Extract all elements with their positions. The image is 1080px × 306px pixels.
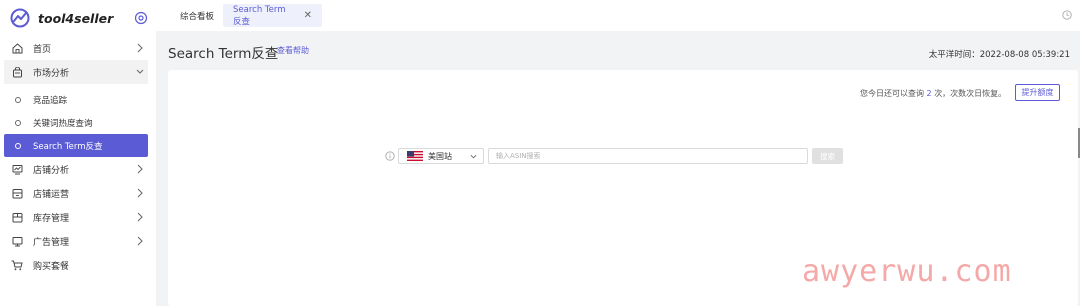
brand-logo[interactable]: tool4seller — [0, 0, 156, 36]
submenu-item-label: 关键词热度查询 — [33, 118, 93, 129]
sidebar: tool4seller 首页 市场分析 竞品追踪 关键词热度查询 Search … — [0, 0, 156, 306]
sidebar-item-store-operations[interactable]: 店铺运营 — [0, 181, 156, 205]
tab-label: 综合看板 — [180, 11, 215, 22]
tab-dashboard[interactable]: 综合看板 — [170, 4, 224, 27]
circle-icon — [15, 119, 21, 126]
submenu-item-search-term-reverse[interactable]: Search Term反查 — [4, 134, 148, 157]
marketplace-value: 美国站 — [428, 151, 452, 161]
circle-icon — [15, 142, 21, 149]
cart-icon — [11, 259, 23, 271]
quota-text-after: 次，次数次日恢复。 — [934, 89, 1007, 98]
pacific-time: 太平洋时间：2022-08-08 05:39:21 — [929, 48, 1070, 60]
circle-icon — [15, 96, 21, 103]
sidebar-item-label: 市场分析 — [33, 68, 70, 79]
chevron-right-icon — [137, 212, 143, 222]
upgrade-quota-button[interactable]: 提升额度 — [1015, 84, 1060, 101]
sidebar-item-store-analysis[interactable]: 店铺分析 — [0, 157, 156, 181]
chevron-down-icon — [136, 69, 144, 74]
sidebar-item-label: 广告管理 — [33, 237, 70, 248]
submenu-item-competitor-tracking[interactable]: 竞品追踪 — [0, 88, 156, 111]
box-icon — [11, 211, 23, 223]
bag-icon — [11, 66, 23, 78]
chevron-right-icon — [137, 236, 143, 246]
time-prefix: 太平洋时间： — [928, 50, 980, 60]
page-title: Search Term反查 — [168, 46, 279, 62]
close-icon[interactable]: ✕ — [304, 10, 312, 21]
submenu-item-label: Search Term反查 — [33, 141, 103, 152]
chevron-right-icon — [137, 43, 143, 53]
quota-text-before: 您今日还可以查询 — [860, 89, 924, 98]
clock-icon[interactable] — [1062, 10, 1072, 20]
sidebar-item-market-analysis[interactable]: 市场分析 — [4, 60, 148, 84]
brand-name: tool4seller — [38, 10, 114, 26]
store-icon — [11, 187, 23, 199]
help-link[interactable]: 查看帮助 — [277, 45, 309, 56]
submenu-item-keyword-heat[interactable]: 关键词热度查询 — [0, 111, 156, 134]
asin-search-input[interactable] — [488, 148, 808, 164]
sidebar-item-ads[interactable]: 广告管理 — [0, 229, 156, 253]
quota-count: 2 — [926, 89, 932, 98]
sidebar-item-label: 店铺分析 — [33, 165, 70, 176]
marketplace-select[interactable]: 美国站 — [398, 148, 484, 164]
tab-bar: 综合看板 Search Term反查 ✕ — [156, 0, 1080, 31]
sidebar-item-label: 购买套餐 — [33, 261, 70, 272]
home-icon — [11, 42, 23, 54]
watermark-text: awyerwu.com — [802, 254, 1012, 289]
info-icon[interactable] — [385, 151, 395, 161]
chevron-down-icon — [470, 154, 477, 159]
sidebar-item-buy-plan[interactable]: 购买套餐 — [0, 253, 156, 277]
chevron-right-icon — [137, 164, 143, 174]
search-button[interactable]: 搜索 — [812, 148, 843, 164]
sidebar-item-home[interactable]: 首页 — [0, 36, 156, 60]
chart-monitor-icon — [11, 163, 23, 175]
us-flag-icon — [407, 151, 423, 161]
tab-search-term-reverse[interactable]: Search Term反查 ✕ — [223, 4, 322, 27]
sidebar-nav: 首页 市场分析 竞品追踪 关键词热度查询 Search Term反查 店铺分析 … — [0, 36, 156, 277]
chevron-right-icon — [137, 188, 143, 198]
time-value: 2022-08-08 05:39:21 — [979, 50, 1070, 60]
quota-notice: 您今日还可以查询 2 次，次数次日恢复。 — [860, 88, 1006, 99]
sidebar-item-label: 首页 — [33, 44, 52, 55]
monitor-icon — [11, 235, 23, 247]
menu-toggle-icon[interactable] — [134, 11, 148, 25]
sidebar-item-label: 库存管理 — [33, 213, 70, 224]
sidebar-item-label: 店铺运营 — [33, 189, 70, 200]
submenu-item-label: 竞品追踪 — [33, 95, 68, 106]
tab-label: Search Term反查 — [233, 4, 286, 27]
logo-icon — [10, 8, 30, 28]
sidebar-item-inventory[interactable]: 库存管理 — [0, 205, 156, 229]
